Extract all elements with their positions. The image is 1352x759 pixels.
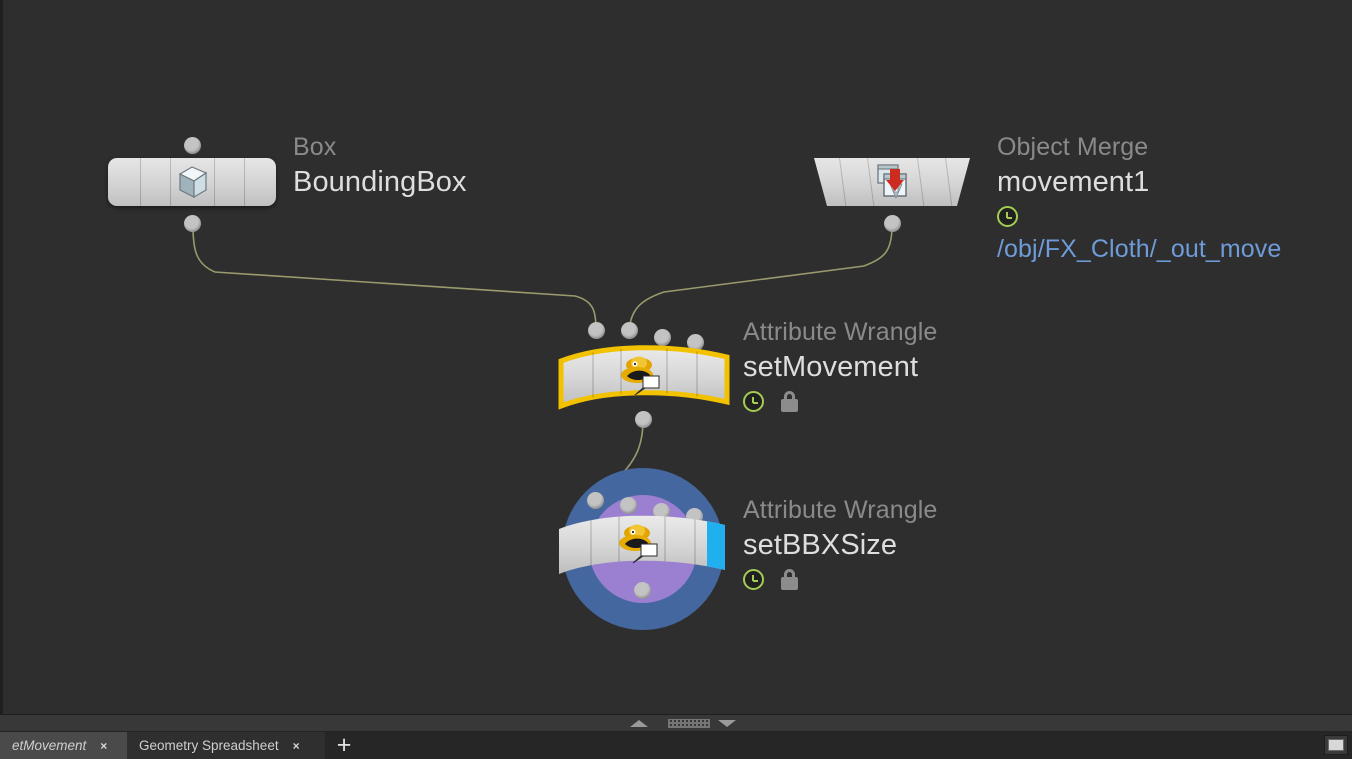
setbbxsize-input-0[interactable]: [587, 492, 604, 509]
boundingbox-output-0[interactable]: [184, 215, 201, 232]
setbbxsize-ribbon: [559, 515, 725, 574]
pane-tab-bar: etMovement × Geometry Spreadsheet × +: [0, 732, 1352, 759]
setmovement-ribbon: [558, 345, 730, 410]
setbbxsize-body[interactable]: [557, 508, 735, 584]
tab-setmovement-label: etMovement: [12, 738, 87, 753]
movement1-type-label: Object Merge: [997, 133, 1149, 161]
setbbxsize-label: Attribute Wrangle setBBXSize: [743, 498, 937, 590]
movement1-output-0[interactable]: [884, 215, 901, 232]
tab-setmovement[interactable]: etMovement ×: [0, 732, 127, 759]
network-canvas[interactable]: Box BoundingBox Object Merge movement1 /…: [0, 0, 1352, 714]
tab-geometry-spreadsheet[interactable]: Geometry Spreadsheet ×: [127, 732, 325, 759]
setmovement-output-0[interactable]: [635, 411, 652, 428]
collapse-up-icon[interactable]: [630, 720, 648, 727]
movement1-body[interactable]: [814, 158, 970, 206]
houdini-network-editor: Box BoundingBox Object Merge movement1 /…: [0, 0, 1352, 759]
movement1-path-label: /obj/FX_Cloth/_out_move: [997, 235, 1282, 263]
time-dependent-icon: [997, 206, 1018, 227]
setmovement-input-1[interactable]: [621, 322, 638, 339]
lock-icon: [780, 569, 799, 590]
add-tab-button[interactable]: +: [333, 733, 355, 758]
object-merge-icon: [877, 164, 907, 200]
movement1-badges: [997, 206, 1281, 227]
splitter-drag-grip[interactable]: [668, 719, 710, 728]
boundingbox-name-label: BoundingBox: [293, 166, 467, 198]
tab-geometry-spreadsheet-close-icon[interactable]: ×: [293, 739, 300, 753]
tab-setmovement-close-icon[interactable]: ×: [100, 739, 107, 753]
collapse-down-icon[interactable]: [718, 720, 736, 727]
movement1-label: Object Merge movement1 /obj/FX_Cloth/_ou…: [997, 135, 1281, 262]
wire-boundingbox-to-setmovement: [192, 225, 597, 331]
boundingbox-type-label: Box: [293, 133, 337, 161]
setmovement-body[interactable]: [555, 338, 733, 414]
pane-corner-button[interactable]: [1324, 735, 1348, 755]
setbbxsize-badges: [743, 569, 937, 590]
time-dependent-icon: [743, 569, 764, 590]
lock-icon: [780, 391, 799, 412]
setbbxsize-name-label: setBBXSize: [743, 529, 898, 561]
boundingbox-input-0[interactable]: [184, 137, 201, 154]
movement1-name-label: movement1: [997, 166, 1150, 198]
setmovement-input-0[interactable]: [588, 322, 605, 339]
pane-splitter[interactable]: [0, 714, 1352, 732]
boundingbox-label: Box BoundingBox: [293, 135, 467, 197]
boundingbox-body[interactable]: [108, 158, 276, 206]
setbbxsize-output-0[interactable]: [634, 582, 651, 599]
setbbxsize-type-label: Attribute Wrangle: [743, 496, 938, 524]
setmovement-label: Attribute Wrangle setMovement: [743, 320, 937, 412]
setmovement-badges: [743, 391, 937, 412]
setmovement-type-label: Attribute Wrangle: [743, 318, 938, 346]
template-flag-bar: [707, 515, 725, 574]
time-dependent-icon: [743, 391, 764, 412]
tab-geometry-spreadsheet-label: Geometry Spreadsheet: [139, 738, 279, 753]
setmovement-name-label: setMovement: [743, 351, 919, 383]
wire-movement1-to-setmovement: [628, 225, 893, 331]
cube-icon: [178, 166, 208, 199]
